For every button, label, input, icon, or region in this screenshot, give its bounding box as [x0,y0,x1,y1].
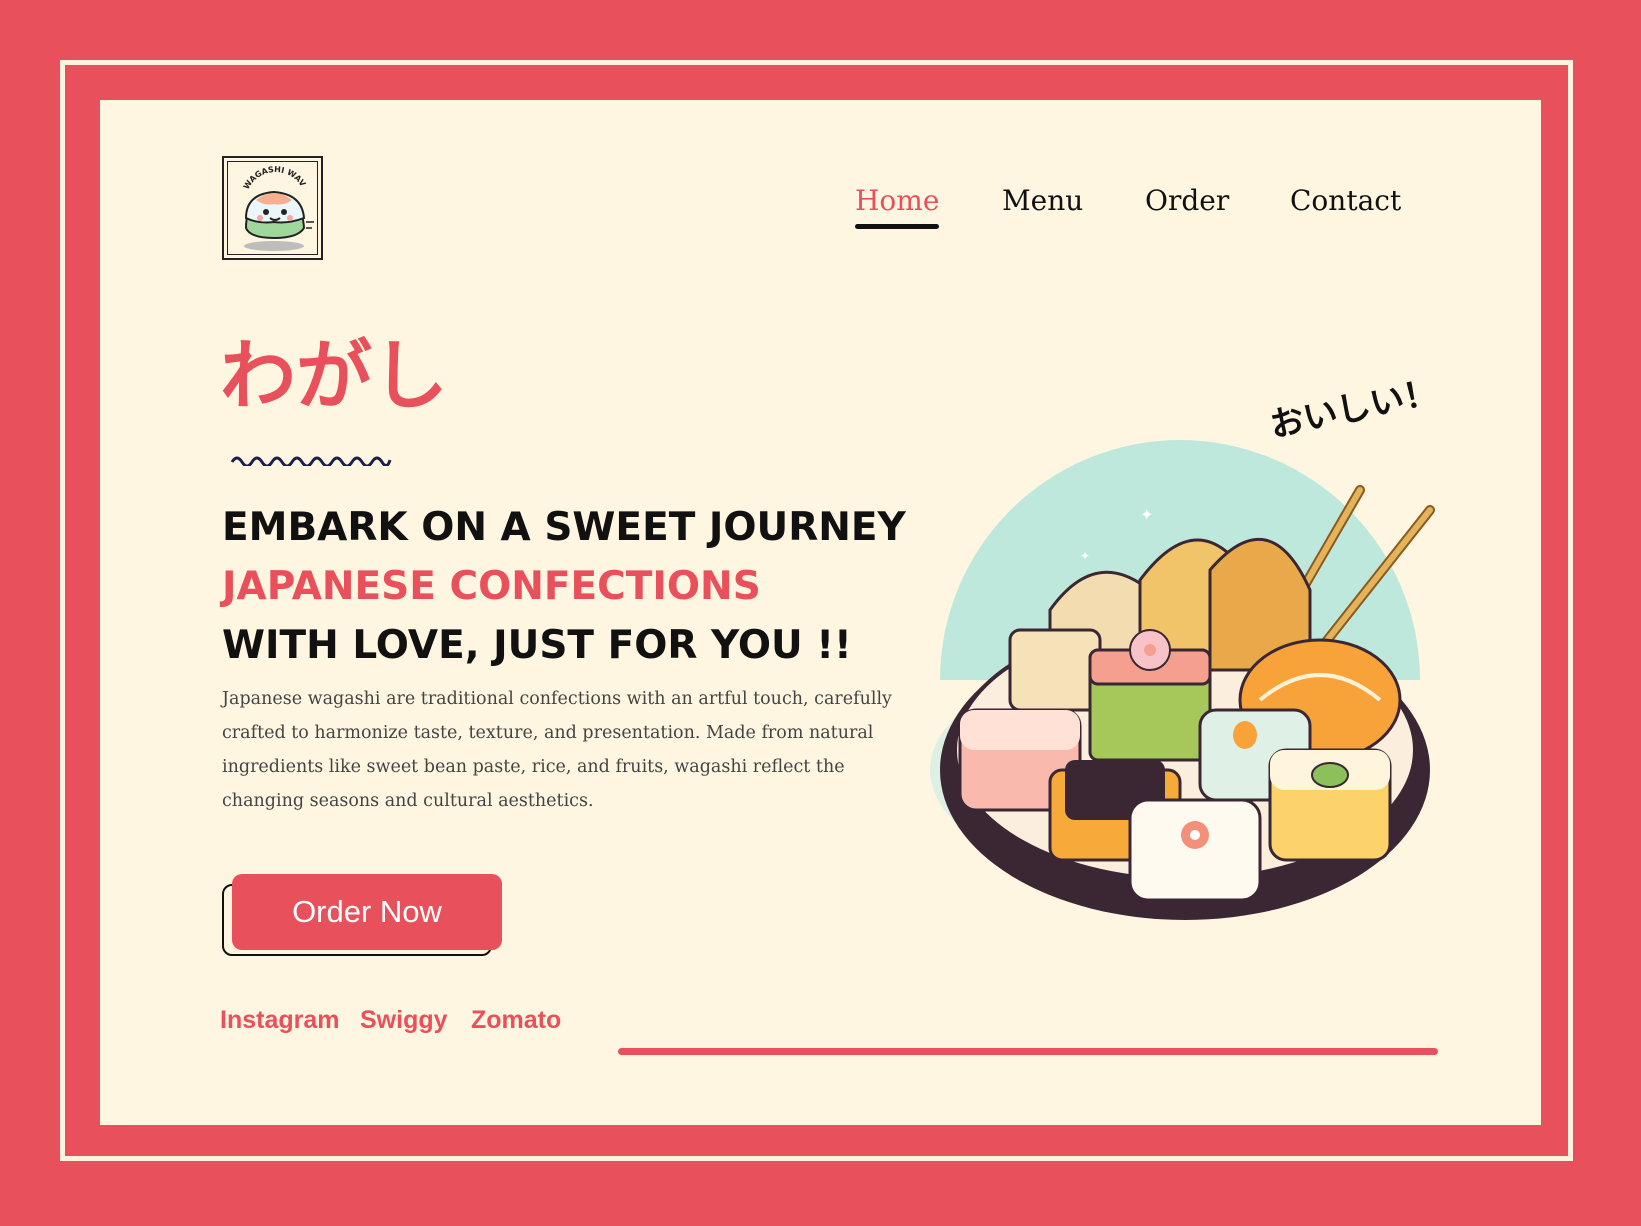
hero-jp-title: わがし [220,331,448,420]
social-zomato[interactable]: Zomato [471,1006,561,1035]
brand-logo[interactable]: WAGASHI WAVE [222,155,323,260]
headline-line-2: JAPANESE CONFECTIONS [222,564,761,609]
mochi-mascot-icon: WAGASHI WAVE [225,155,314,251]
nav-contact[interactable]: Contact [1290,184,1401,217]
logo-text: WAGASHI WAVE [225,155,308,191]
wave-divider-icon [230,456,392,466]
page-card: WAGASHI WAVE Home Menu Order Contact わがし… [100,100,1541,1125]
svg-text:✦: ✦ [1140,505,1153,524]
social-instagram[interactable]: Instagram [220,1006,339,1035]
headline-line-3: WITH LOVE, JUST FOR YOU !! [222,623,852,668]
social-swiggy[interactable]: Swiggy [360,1006,448,1035]
nav-home[interactable]: Home [855,184,940,229]
hero-headline: EMBARK ON A SWEET JOURNEY JAPANESE CONFE… [222,498,906,675]
wagashi-plate-illustration: ✦ ✦ [920,440,1440,940]
svg-text:WAGASHI WAVE: WAGASHI WAVE [228,162,308,191]
social-divider-line [618,1048,1438,1055]
svg-text:✦: ✦ [1080,549,1090,563]
order-now-wrap: Order Now [222,874,502,958]
nav-order[interactable]: Order [1145,184,1229,217]
order-now-button[interactable]: Order Now [232,874,502,950]
headline-line-1: EMBARK ON A SWEET JOURNEY [222,505,906,550]
hero-description: Japanese wagashi are traditional confect… [222,689,892,811]
nav-menu[interactable]: Menu [1002,184,1083,217]
